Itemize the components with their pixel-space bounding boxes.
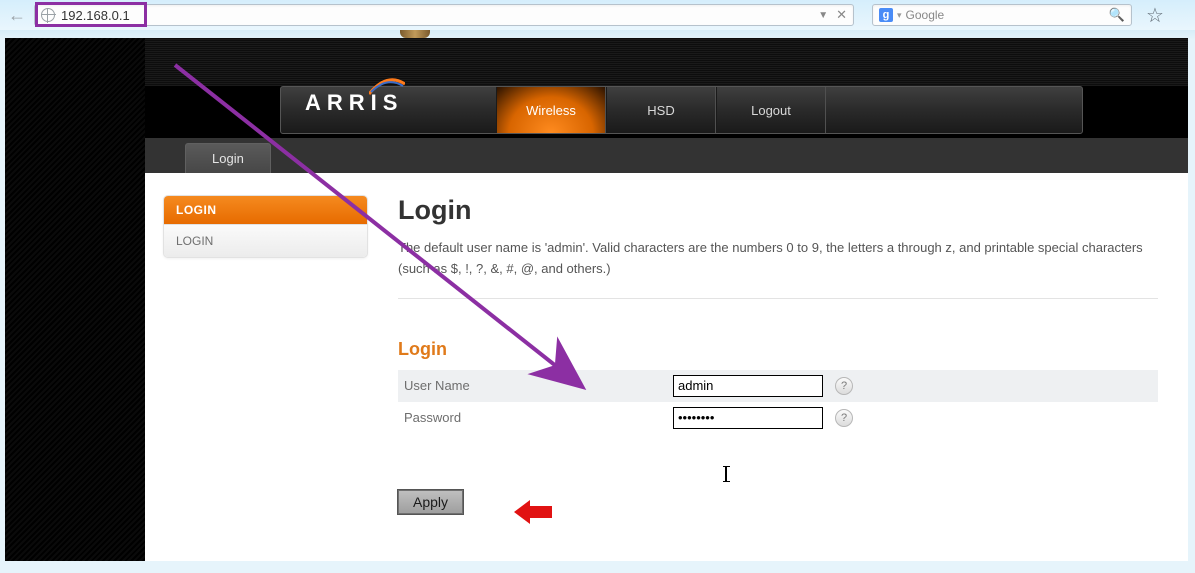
password-input[interactable] xyxy=(673,407,823,429)
apply-button[interactable]: Apply xyxy=(398,490,463,514)
row-password: Password ? xyxy=(398,402,1158,434)
row-username: User Name ? xyxy=(398,370,1158,402)
brand-logo: ARR I S xyxy=(305,90,403,116)
page-title: Login xyxy=(398,195,1158,226)
sidebar-card: LOGIN LOGIN xyxy=(163,195,368,258)
search-placeholder: Google xyxy=(906,8,945,22)
google-icon: g xyxy=(879,8,893,22)
sub-nav-bar: Login xyxy=(145,138,1188,173)
top-dark-margin xyxy=(145,38,1188,86)
dropdown-icon[interactable]: ▼ xyxy=(818,10,828,21)
nav-wireless[interactable]: Wireless xyxy=(496,87,606,133)
section-heading-login: Login xyxy=(398,339,1158,360)
label-username: User Name xyxy=(398,378,673,393)
brand-swoosh-icon xyxy=(369,78,405,96)
globe-icon xyxy=(41,8,55,22)
bookmark-star-icon[interactable]: ☆ xyxy=(1146,3,1164,28)
back-button[interactable]: ← xyxy=(6,4,28,26)
left-dark-margin xyxy=(5,38,145,561)
help-icon[interactable]: ? xyxy=(835,409,853,427)
search-bar[interactable]: g ▾ Google 🔍 xyxy=(872,4,1132,26)
chevron-down-icon[interactable]: ▾ xyxy=(897,10,902,21)
intro-text: The default user name is 'admin'. Valid … xyxy=(398,238,1158,299)
primary-nav: Wireless HSD Logout xyxy=(496,87,826,133)
tab-login[interactable]: Login xyxy=(185,143,271,173)
content-area: LOGIN LOGIN Login The default user name … xyxy=(145,173,1188,561)
left-sidebar: LOGIN LOGIN xyxy=(163,195,368,539)
url-text: 192.168.0.1 xyxy=(61,8,130,23)
nav-logout[interactable]: Logout xyxy=(716,87,826,133)
help-icon[interactable]: ? xyxy=(835,377,853,395)
label-password: Password xyxy=(398,410,673,425)
sidebar-header: LOGIN xyxy=(164,196,367,224)
browser-toolbar: ← 192.168.0.1 ▼ ✕ g ▾ Google 🔍 ☆ xyxy=(0,0,1195,30)
sidebar-item-login[interactable]: LOGIN xyxy=(164,224,367,257)
search-icon[interactable]: 🔍 xyxy=(1109,7,1125,23)
stop-icon[interactable]: ✕ xyxy=(836,7,847,23)
address-bar[interactable]: 192.168.0.1 ▼ ✕ xyxy=(34,4,854,26)
username-input[interactable] xyxy=(673,375,823,397)
page-frame: Wireless HSD Logout ARR I S Login LOGIN … xyxy=(5,38,1188,561)
nav-hsd[interactable]: HSD xyxy=(606,87,716,133)
main-panel: Login The default user name is 'admin'. … xyxy=(398,195,1158,539)
text-caret-icon xyxy=(725,466,727,482)
